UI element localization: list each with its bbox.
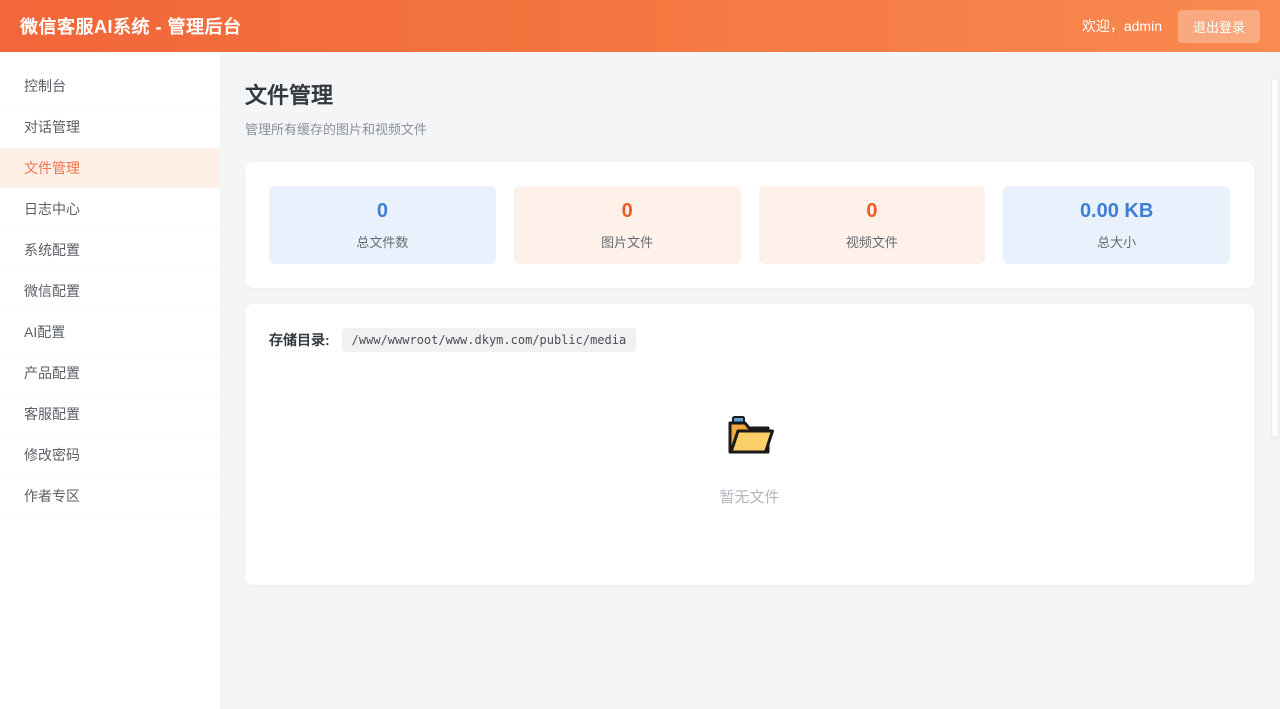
stat-value: 0 [621, 199, 633, 222]
storage-directory-path: /www/wwwroot/www.dkym.com/public/media [341, 328, 637, 352]
page-title: 文件管理 [245, 83, 334, 108]
app-title: 微信客服AI系统 - 管理后台 [20, 17, 242, 37]
stat-label: 总文件数 [356, 234, 409, 250]
page-body: 控制台 对话管理 文件管理 日志中心 系统配置 微信配置 AI配置 产品配置 客… [0, 52, 1280, 709]
sidebar-item-system-config[interactable]: 系统配置 [0, 230, 220, 271]
stat-value: 0 [376, 199, 388, 222]
logout-button[interactable]: 退出登录 [1177, 9, 1260, 43]
sidebar-item-ai-config[interactable]: AI配置 [0, 312, 220, 353]
header-right: 欢迎，admin 退出登录 [1081, 9, 1260, 43]
stat-total-size: 0.00 KB 总大小 [1003, 186, 1230, 264]
storage-directory-label: 存储目录: [269, 332, 330, 348]
empty-state: 暂无文件 [269, 414, 1230, 507]
stat-label: 图片文件 [601, 234, 654, 250]
sidebar-item-files[interactable]: 文件管理 [0, 148, 220, 189]
top-header: 微信客服AI系统 - 管理后台 欢迎，admin 退出登录 [0, 0, 1280, 52]
sidebar-item-conversations[interactable]: 对话管理 [0, 107, 220, 148]
storage-directory-row: 存储目录: /www/wwwroot/www.dkym.com/public/m… [269, 328, 1230, 352]
stat-video-files: 0 视频文件 [758, 186, 986, 264]
page-subtitle: 管理所有缓存的图片和视频文件 [245, 122, 428, 137]
empty-text: 暂无文件 [719, 489, 780, 506]
stat-value: 0 [866, 199, 878, 222]
stats-card: 0 总文件数 0 图片文件 0 视频文件 0.00 KB 总大小 [245, 162, 1254, 288]
open-folder-icon [728, 416, 774, 454]
vertical-scrollbar[interactable] [1270, 52, 1280, 709]
welcome-text: 欢迎，admin [1081, 18, 1162, 34]
sidebar-item-wechat-config[interactable]: 微信配置 [0, 271, 220, 312]
main-content: 文件管理 管理所有缓存的图片和视频文件 0 总文件数 0 图片文件 0 视频文件… [220, 52, 1280, 709]
stat-image-files: 0 图片文件 [513, 186, 741, 264]
scrollbar-thumb[interactable] [1271, 78, 1279, 438]
file-list-card: 存储目录: /www/wwwroot/www.dkym.com/public/m… [245, 304, 1254, 585]
stat-total-files: 0 总文件数 [269, 186, 496, 264]
sidebar-item-product-config[interactable]: 产品配置 [0, 353, 220, 394]
sidebar-item-console[interactable]: 控制台 [0, 66, 220, 107]
sidebar-item-change-password[interactable]: 修改密码 [0, 435, 220, 476]
sidebar-item-service-config[interactable]: 客服配置 [0, 394, 220, 435]
sidebar-item-author-zone[interactable]: 作者专区 [0, 476, 220, 517]
stat-value: 0.00 KB [1079, 199, 1154, 222]
stat-label: 视频文件 [845, 234, 898, 250]
sidebar-item-logs[interactable]: 日志中心 [0, 189, 220, 230]
sidebar-nav: 控制台 对话管理 文件管理 日志中心 系统配置 微信配置 AI配置 产品配置 客… [0, 52, 220, 709]
stat-label: 总大小 [1097, 234, 1137, 250]
